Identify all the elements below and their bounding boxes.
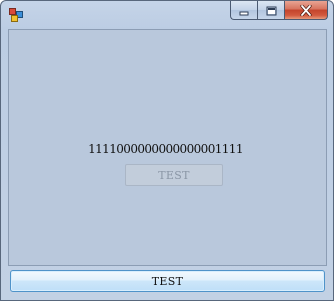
close-icon: [300, 1, 312, 20]
minimize-button[interactable]: [230, 1, 257, 20]
client-area: 1111000000000000001111 TEST: [8, 29, 327, 266]
app-icon[interactable]: [9, 7, 23, 22]
app-window: 1111000000000000001111 TEST TEST: [0, 0, 334, 301]
counter-label: 1111000000000000001111: [88, 142, 243, 156]
maximize-icon: [266, 1, 277, 20]
test-button-disabled: TEST: [125, 164, 223, 186]
maximize-button[interactable]: [257, 1, 284, 20]
caption-buttons: [230, 1, 328, 21]
close-button[interactable]: [284, 1, 328, 20]
title-bar[interactable]: [1, 1, 333, 28]
minimize-icon: [239, 1, 249, 20]
test-button[interactable]: TEST: [10, 270, 325, 292]
